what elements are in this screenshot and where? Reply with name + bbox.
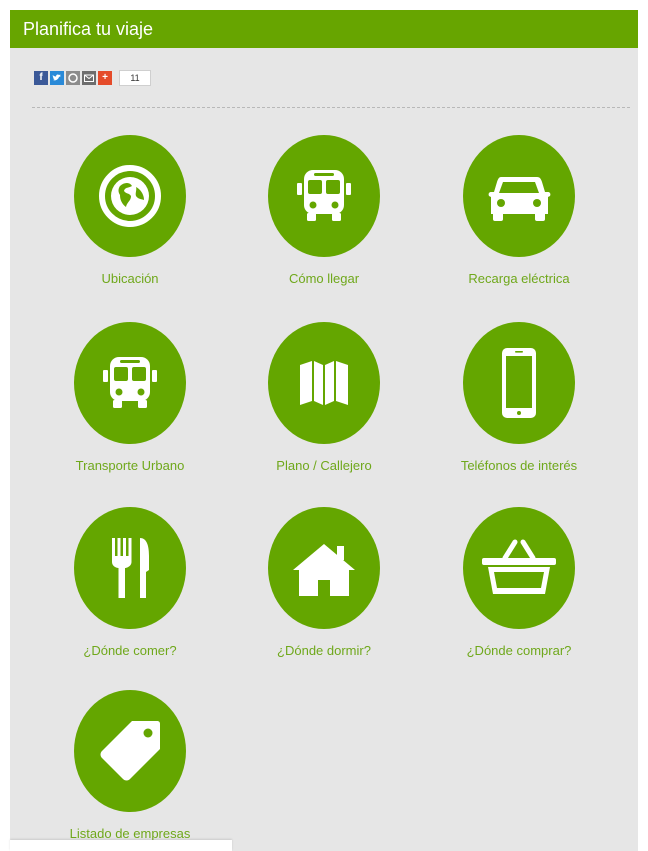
grid-item-label: Recarga eléctrica [468,271,570,286]
twitter-icon [52,74,61,81]
share-count: 11 [119,70,151,86]
grid-item-label: ¿Dónde dormir? [277,643,371,658]
share-bar: f + 11 [34,69,151,87]
envelope-icon [84,74,94,82]
trip-planner-panel: Planifica tu viaje f + 11 Ubicación Cómo… [10,10,638,851]
grid-item-label: ¿Dónde comer? [83,643,177,658]
globe-icon [74,135,186,257]
house-icon [268,507,380,629]
grid-item-label: Plano / Callejero [276,458,372,473]
tag-icon [74,690,186,812]
panel-title: Planifica tu viaje [10,10,638,48]
more-share-button[interactable]: + [98,71,112,85]
pin-icon [68,73,78,83]
grid-item-donde-comprar[interactable]: ¿Dónde comprar? [424,507,614,658]
bus-icon [268,135,380,257]
divider [32,107,630,108]
grid-item-donde-dormir[interactable]: ¿Dónde dormir? [229,507,419,658]
twitter-share-button[interactable] [50,71,64,85]
cutlery-icon [74,507,186,629]
grid-item-label: ¿Dónde comprar? [466,643,572,658]
email-share-button[interactable] [82,71,96,85]
grid-item-label: Cómo llegar [288,271,360,286]
grid-item-como-llegar[interactable]: Cómo llegar [229,135,419,286]
grid-item-recarga-electrica[interactable]: Recarga eléctrica [424,135,614,286]
grid-item-plano-callejero[interactable]: Plano / Callejero [229,322,419,473]
grid-item-ubicacion[interactable]: Ubicación [35,135,225,286]
grid-item-telefonos[interactable]: Teléfonos de interés [424,322,614,473]
grid-item-transporte-urbano[interactable]: Transporte Urbano [35,322,225,473]
bus-icon [74,322,186,444]
grid-item-label: Transporte Urbano [75,458,185,473]
basket-icon [463,507,575,629]
phone-icon [463,322,575,444]
facebook-share-button[interactable]: f [34,71,48,85]
pinterest-share-button[interactable] [66,71,80,85]
car-icon [463,135,575,257]
grid-item-donde-comer[interactable]: ¿Dónde comer? [35,507,225,658]
grid-item-label: Listado de empresas [69,826,191,841]
grid-item-label: Ubicación [101,271,159,286]
bottom-tab [10,840,232,851]
grid-item-label: Teléfonos de interés [460,458,578,473]
map-icon [268,322,380,444]
grid-item-listado-empresas[interactable]: Listado de empresas [35,690,225,841]
